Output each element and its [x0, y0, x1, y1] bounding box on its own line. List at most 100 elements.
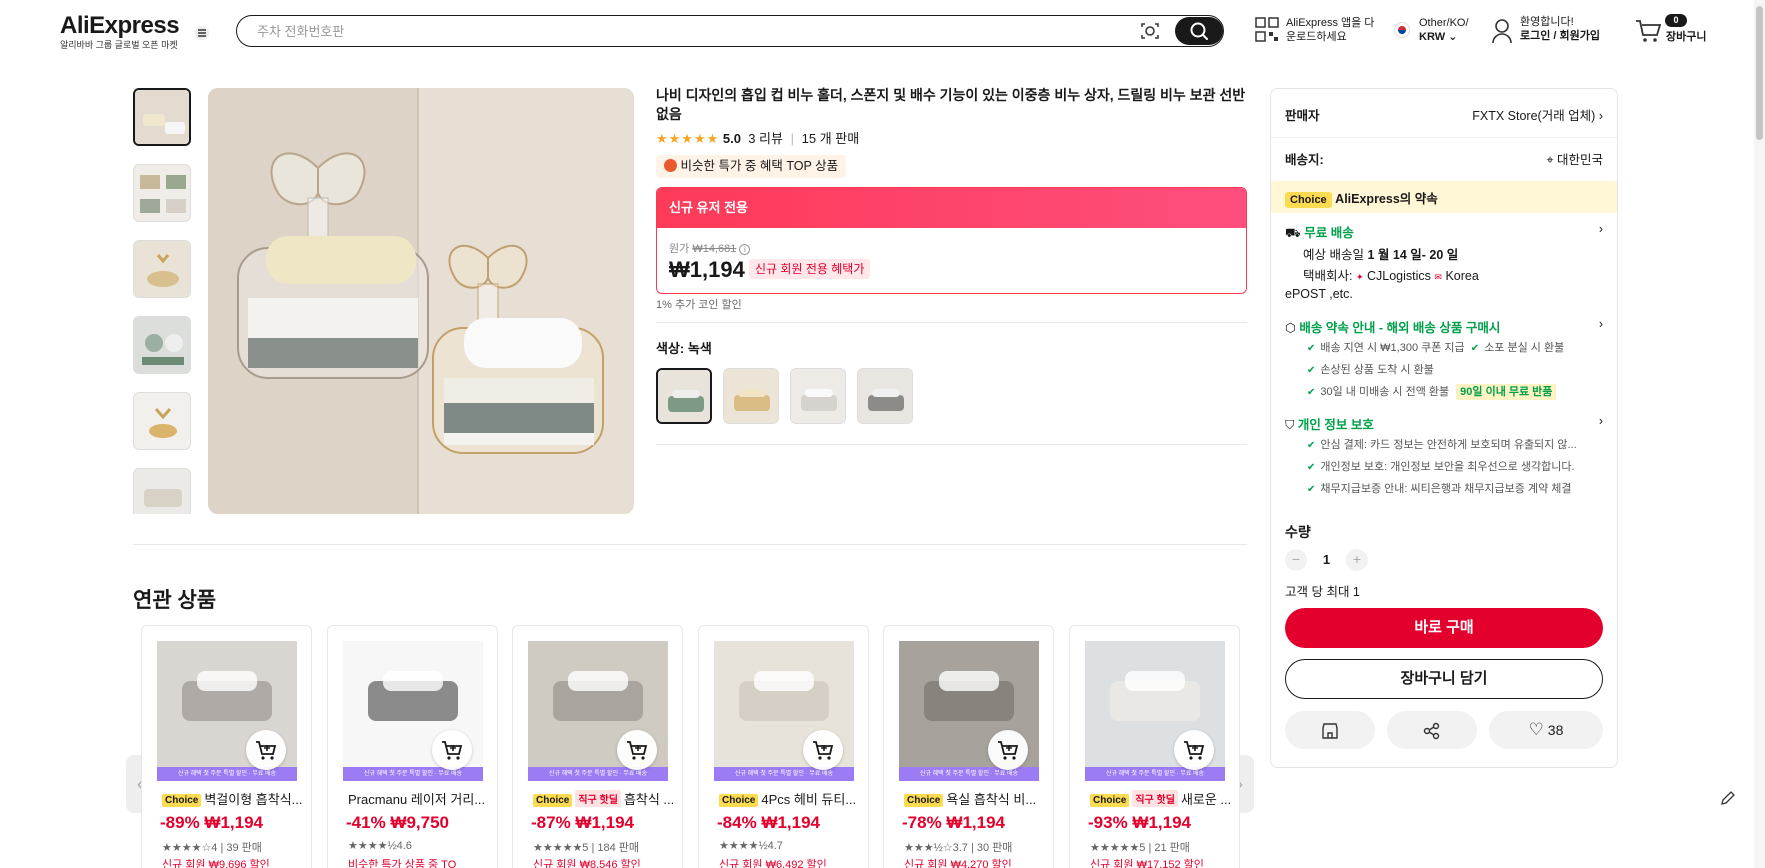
search-button[interactable] — [1175, 17, 1223, 45]
add-to-cart-button[interactable]: 장바구니 담기 — [1285, 659, 1603, 699]
check-icon: ✔ — [1307, 484, 1316, 495]
user-icon[interactable] — [1491, 18, 1513, 49]
related-product-title[interactable]: Choice 벽걸이형 흡착식... — [162, 789, 302, 808]
divider — [1271, 137, 1617, 138]
related-product-card[interactable]: 신규 혜택 첫 주문 특별 할인 · 무료 배송 Choice 욕실 흡착식 비.… — [883, 625, 1054, 868]
app-download[interactable]: AliExpress 앱을 다 운로드하세요 — [1286, 16, 1374, 44]
add-to-cart-icon[interactable] — [988, 730, 1028, 770]
related-product-name: 4Pcs 헤비 듀티... — [761, 792, 857, 807]
ship-to-country: 대한민국 — [1556, 153, 1603, 167]
privacy-item-1: 안심 결제: 카드 정보는 안전하게 보호되며 유출되지 않... — [1320, 439, 1577, 451]
info-icon[interactable]: i — [739, 244, 751, 255]
thumbnail-6[interactable] — [133, 468, 191, 514]
related-product-discount: 신규 회원 ₩6,492 할인 — [719, 859, 827, 868]
free-shipping-label: 무료 배송 — [1304, 226, 1354, 240]
promise-item-3: 손상된 상품 도착 시 환불 — [1320, 364, 1434, 376]
carrier-1: CJLogistics — [1367, 269, 1431, 283]
check-icon: ✔ — [1307, 462, 1316, 473]
related-product-card[interactable]: 신규 혜택 첫 주문 특별 할인 · 무료 배송 Choice 벽걸이형 흡착식.… — [141, 625, 312, 868]
account-menu[interactable]: 환영합니다! 로그인 / 회원가입 — [1520, 15, 1600, 43]
store-button[interactable] — [1285, 711, 1375, 749]
thumbnail-2[interactable] — [133, 164, 191, 222]
related-product-rating: ★★★★½4.6 — [348, 840, 412, 852]
thumbnail-5[interactable] — [133, 392, 191, 450]
seller-label: 판매자 — [1285, 109, 1320, 123]
rating-row: ★★★★★ 5.0 3 리뷰 | 15 개 판매 — [656, 128, 859, 147]
choice-tag: Choice — [162, 794, 202, 807]
related-product-title[interactable]: Choice 욕실 흡착식 비... — [904, 789, 1044, 808]
chevron-right-icon: › — [1598, 414, 1603, 428]
cart-icon[interactable] — [1635, 19, 1662, 48]
quantity-increase-button[interactable]: + — [1345, 549, 1368, 571]
related-product-price: -93% ₩1,194 — [1088, 813, 1191, 832]
thumbnail-3[interactable] — [133, 240, 191, 298]
add-to-cart-icon[interactable] — [1174, 730, 1214, 770]
related-product-rating: ★★★★★5 | 184 판매 — [533, 842, 640, 854]
share-icon — [1423, 723, 1440, 740]
related-product-card[interactable]: 신규 혜택 첫 주문 특별 할인 · 무료 배송 Choice 직구 핫딜 흡착식 … — [512, 625, 683, 868]
search-bar — [236, 15, 1224, 47]
add-to-cart-icon[interactable] — [617, 730, 657, 770]
search-input[interactable] — [257, 22, 1117, 40]
related-product-price: -41% ₩9,750 — [346, 813, 449, 832]
choice-tag: Choice — [1285, 192, 1332, 208]
color-swatch-green[interactable] — [656, 368, 712, 424]
delivery-promise-row[interactable]: ⬡ 배송 약속 안내 - 해외 배송 상품 구매시 › — [1285, 317, 1603, 336]
share-button[interactable] — [1387, 711, 1477, 749]
top-deal-text: 비슷한 특가 중 혜택 TOP 상품 — [680, 159, 839, 173]
privacy-row[interactable]: ⛉ 개인 정보 보호 › — [1285, 414, 1603, 433]
separator: | — [790, 131, 794, 146]
color-swatch-white[interactable] — [790, 368, 846, 424]
cart-label[interactable]: 장바구니 — [1666, 30, 1706, 44]
aliexpress-logo[interactable]: AliExpress — [60, 12, 180, 40]
add-to-cart-icon[interactable] — [246, 730, 286, 770]
promo-box: 신규 유저 전용 원가 ₩14,681 i ₩1,194 신규 회원 전용 혜택… — [656, 187, 1247, 294]
quantity-decrease-button[interactable]: − — [1285, 549, 1307, 571]
add-to-cart-icon[interactable] — [803, 730, 843, 770]
scrollbar-thumb[interactable] — [1756, 6, 1763, 140]
free-shipping-row[interactable]: ⛟ 무료 배송 › — [1285, 222, 1603, 242]
related-product-title[interactable]: Choice 직구 핫딜 흡착식 ... — [533, 789, 673, 808]
star-icon: ★★★★★ — [656, 131, 720, 146]
related-product-title[interactable]: Pracmanu 레이저 거리... — [348, 789, 488, 808]
login-link[interactable]: 로그인 / 회원가입 — [1520, 29, 1600, 43]
choice-promise-text: AliExpress의 약속 — [1335, 192, 1438, 206]
related-product-rating: ★★★★★5 | 21 판매 — [1090, 842, 1190, 854]
related-product-price: -84% ₩1,194 — [717, 813, 820, 832]
page: { "header": { "logo": "AliExpress", "log… — [0, 0, 1765, 868]
cart-count-badge: 0 — [1665, 14, 1687, 27]
carrier-logo-icon: ✦ — [1355, 272, 1364, 282]
color-swatch-gray[interactable] — [857, 368, 913, 424]
related-product-title[interactable]: Choice 4Pcs 헤비 듀티... — [719, 789, 859, 808]
color-swatch-gold[interactable] — [723, 368, 779, 424]
seller-link[interactable]: FXTX Store(거래 업체) › — [1472, 105, 1603, 124]
camera-search-icon[interactable] — [1140, 21, 1160, 46]
ship-to-selector[interactable]: ⌖ 대한민국 — [1546, 149, 1603, 168]
chevron-down-icon: ⌄ — [1448, 31, 1458, 43]
choice-tag: Choice — [533, 794, 573, 807]
original-price-value: ₩14,681 — [692, 243, 737, 255]
related-product-title[interactable]: Choice 직구 핫딜 새로운 ... — [1090, 789, 1230, 808]
main-product-image[interactable] — [208, 88, 634, 514]
related-product-card[interactable]: 신규 혜택 첫 주문 특별 할인 · 무료 배송 Pracmanu 레이저 거리… — [327, 625, 498, 868]
carrier-2: Korea — [1445, 269, 1479, 283]
wishlist-button[interactable]: ♡ 38 — [1489, 711, 1603, 749]
related-product-card[interactable]: 신규 혜택 첫 주문 특별 할인 · 무료 배송 Choice 4Pcs 헤비 듀… — [698, 625, 869, 868]
qr-icon[interactable] — [1255, 17, 1279, 48]
carrier-label: 택배회사: — [1303, 269, 1353, 283]
related-product-card[interactable]: 신규 혜택 첫 주문 특별 할인 · 무료 배송 Choice 직구 핫딜 새로운 … — [1069, 625, 1240, 868]
original-price-label: 원가 — [669, 243, 690, 255]
quantity-value[interactable]: 1 — [1311, 552, 1341, 567]
divider — [656, 322, 1247, 323]
review-count[interactable]: 3 리뷰 — [748, 131, 783, 146]
thumbnail-4[interactable] — [133, 316, 191, 374]
region-selector[interactable]: Other/KO/ KRW ⌄ — [1419, 16, 1469, 44]
buy-now-button[interactable]: 바로 구매 — [1285, 608, 1603, 648]
add-to-cart-icon[interactable] — [432, 730, 472, 770]
edit-icon[interactable] — [1719, 789, 1737, 812]
related-product-discount: 신규 회원 ₩8,546 할인 — [533, 859, 641, 868]
thumbnail-1[interactable] — [133, 88, 191, 146]
related-title: 연관 상품 — [133, 589, 217, 612]
menu-icon[interactable] — [194, 26, 210, 40]
sale-price: ₩1,194 — [669, 257, 745, 282]
